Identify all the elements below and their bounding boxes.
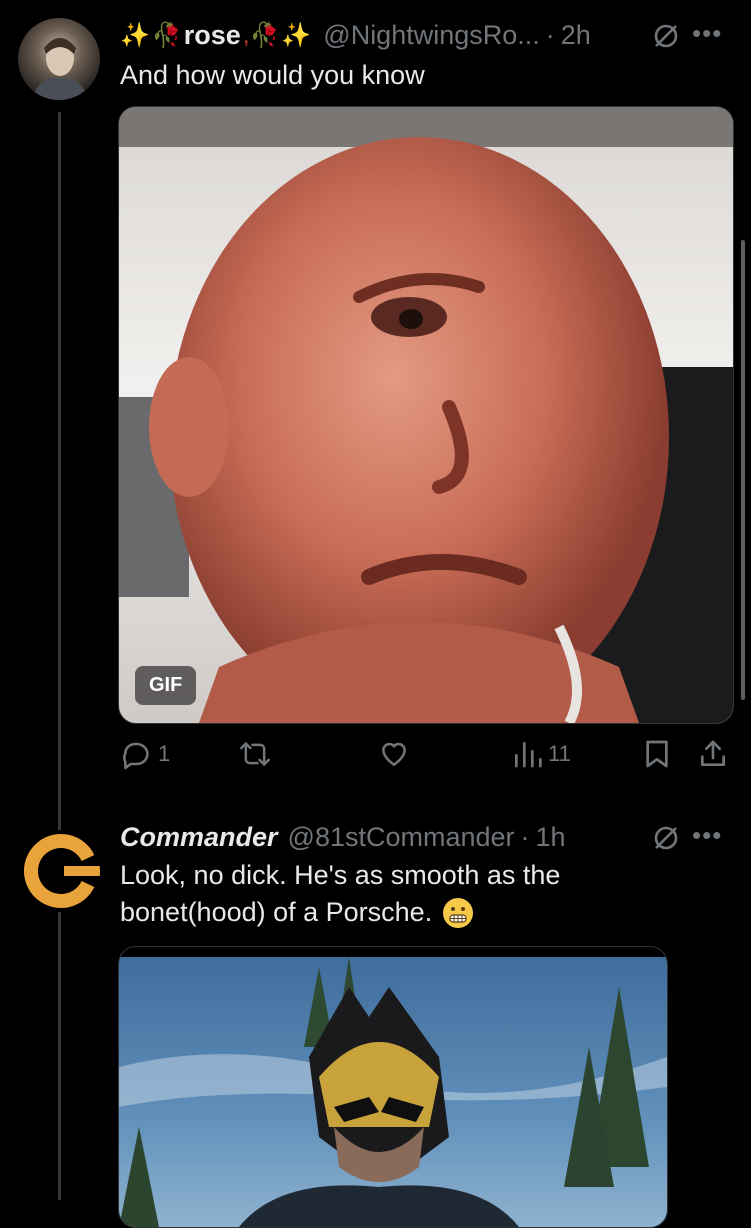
separator-dot: · (520, 821, 530, 852)
share-icon (701, 740, 726, 766)
tweet2-text-line2-text: bonet(hood) of a Porsche. (120, 897, 433, 927)
reply-icon (123, 742, 149, 770)
display-name[interactable]: rose (184, 20, 241, 51)
bookmark-button[interactable] (642, 738, 672, 770)
views-button[interactable]: 11 (512, 738, 571, 770)
tweet2-image[interactable] (118, 946, 668, 1228)
views-count: 11 (548, 741, 571, 766)
like-button[interactable] (378, 738, 410, 770)
bookmark-icon (646, 740, 668, 768)
reply-count: 1 (158, 741, 171, 766)
tweet1-header: ✨ 🥀 rose ,🥀 ✨ @NightwingsRo... · 2h (120, 17, 591, 53)
avatar-rose[interactable] (18, 18, 100, 100)
timestamp[interactable]: 1h (536, 822, 566, 853)
handle[interactable]: @81stCommander (288, 822, 515, 853)
heart-icon (382, 742, 406, 766)
reply-button[interactable]: 1 (120, 738, 170, 770)
more-options-icon[interactable]: ••• (692, 18, 722, 49)
tweet2-text-line1: Look, no dick. He's as smooth as the (120, 860, 561, 890)
views-icon (515, 742, 542, 768)
gif-badge: GIF (135, 666, 197, 705)
sparkles-icon: ✨ (120, 21, 150, 49)
tweet1-gif[interactable]: GIF (118, 106, 734, 724)
tweet1-text: And how would you know (120, 60, 425, 90)
tweet1-action-bar: 1 11 (120, 738, 735, 778)
wolverine-image (119, 947, 667, 1227)
share-button[interactable] (698, 738, 728, 770)
wilted-rose-icon: ,🥀 (242, 21, 280, 49)
retweet-button[interactable] (238, 738, 272, 770)
retweet-icon (240, 742, 270, 766)
tweet2-text-line2: bonet(hood) of a Porsche. (120, 895, 474, 930)
scrollbar[interactable] (741, 240, 745, 700)
handle[interactable]: @NightwingsRo... (323, 20, 540, 51)
timestamp[interactable]: 2h (561, 20, 591, 51)
thread-line-top (58, 112, 61, 830)
separator-dot: · (545, 19, 555, 50)
thread-line-bottom (58, 906, 61, 1200)
sparkles-icon: ✨ (281, 21, 312, 49)
tweet2-header: Commander @81stCommander · 1h (120, 819, 566, 855)
grimacing-face-icon (442, 897, 474, 929)
wilted-rose-icon: 🥀 (151, 21, 182, 49)
mute-icon[interactable] (652, 22, 680, 55)
avatar-commander[interactable] (18, 830, 100, 912)
mute-icon[interactable] (652, 824, 680, 857)
display-name[interactable]: Commander (120, 822, 278, 853)
more-options-icon[interactable]: ••• (692, 820, 722, 851)
gif-frame (119, 107, 733, 723)
